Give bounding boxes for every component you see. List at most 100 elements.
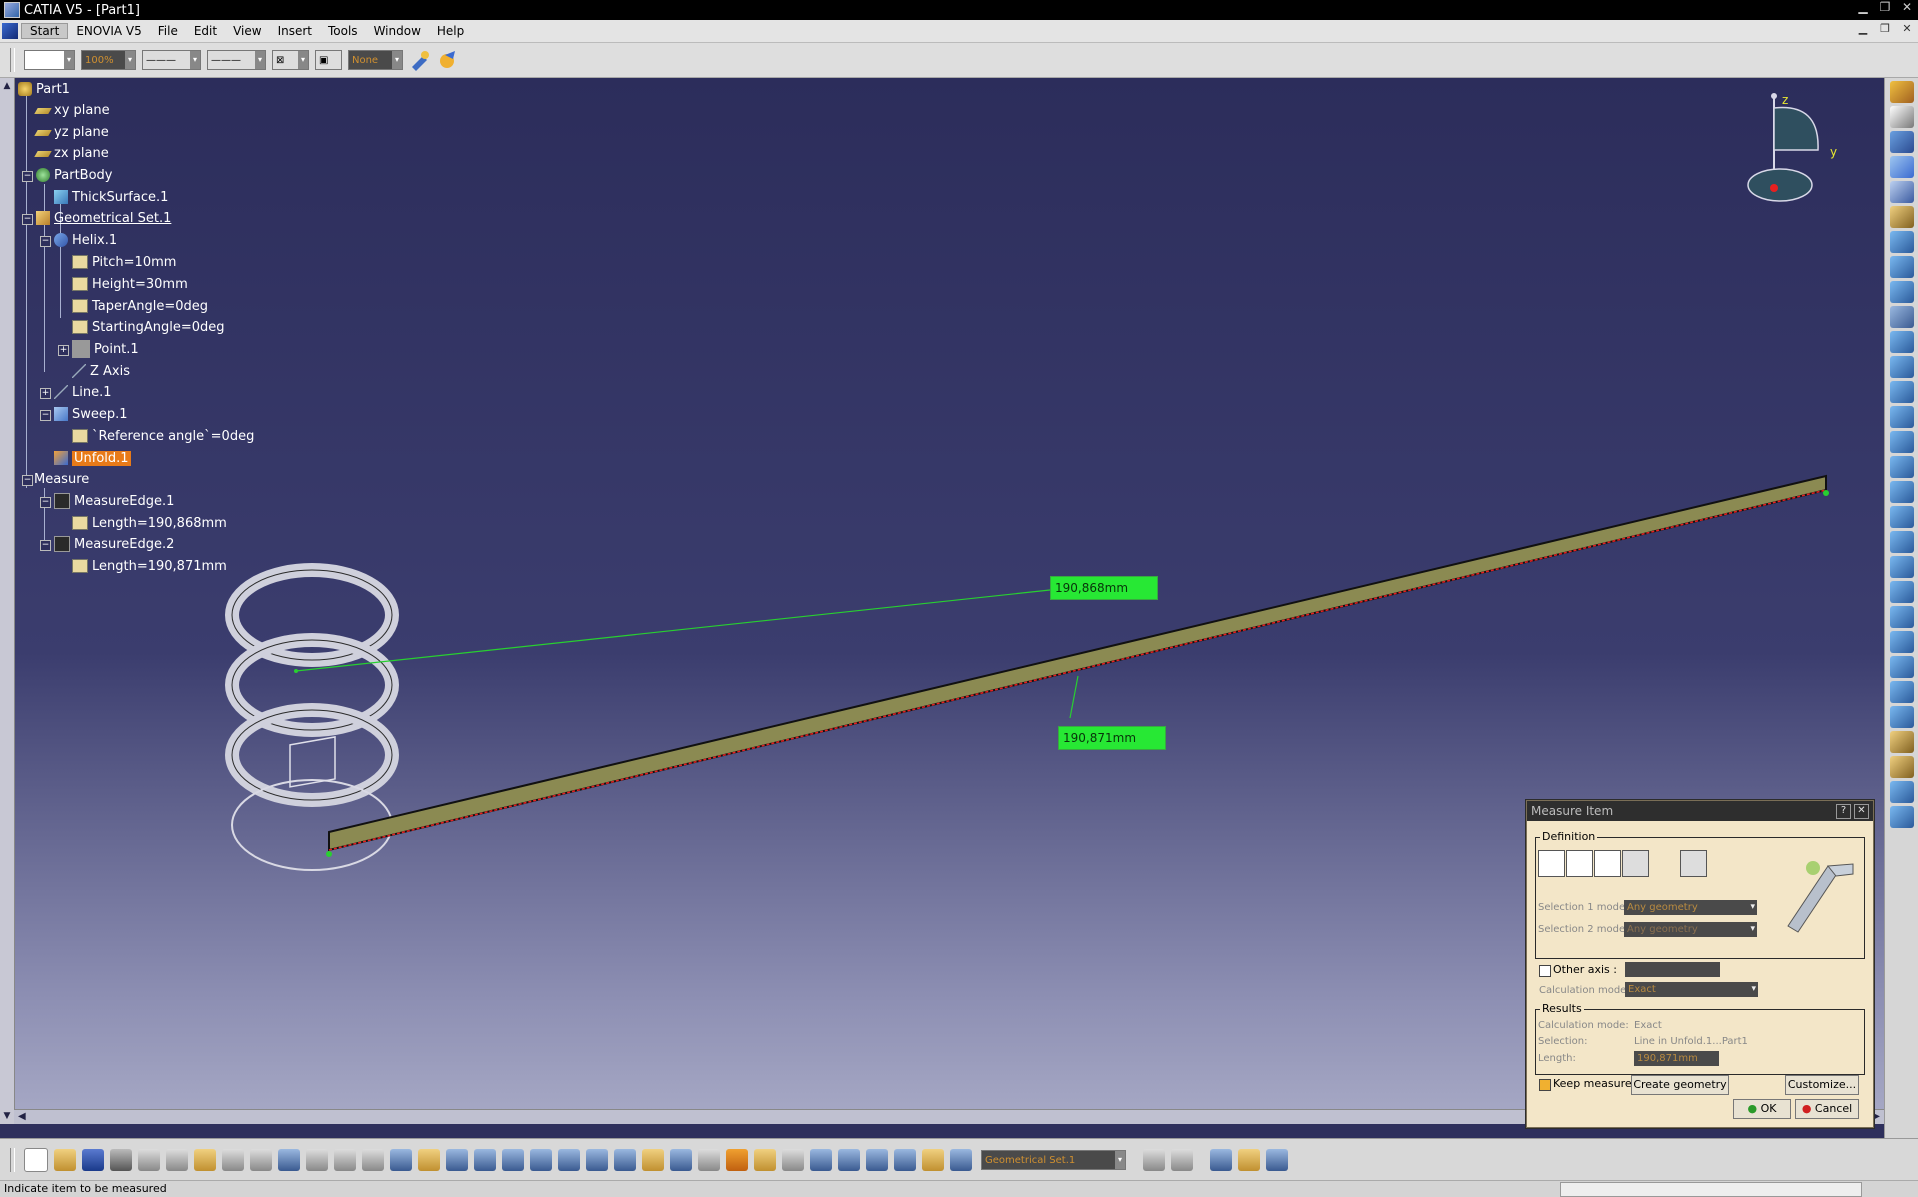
iso-view-icon[interactable] <box>586 1149 608 1171</box>
sketcher-icon[interactable] <box>1890 131 1914 153</box>
tools-palette-icon[interactable] <box>1238 1149 1260 1171</box>
spell-check-icon[interactable] <box>1210 1149 1232 1171</box>
help-icon[interactable]: ? <box>1836 804 1851 819</box>
tree-node-part1[interactable]: Part1 <box>18 80 70 98</box>
menu-file[interactable]: File <box>150 24 186 38</box>
measure-between-mode-icon[interactable] <box>1566 850 1593 877</box>
whats-this-icon[interactable] <box>278 1149 300 1171</box>
spline-icon[interactable] <box>1890 331 1914 353</box>
measure-chain-mode-icon[interactable] <box>1594 850 1621 877</box>
copy-icon[interactable] <box>166 1149 188 1171</box>
formula-icon[interactable] <box>306 1149 328 1171</box>
restore-icon[interactable]: ❐ <box>1878 0 1892 14</box>
minimize-icon[interactable]: ▁ <box>1856 0 1870 14</box>
color-combo[interactable]: ▾ <box>24 50 75 70</box>
tree-node-starting-angle[interactable]: StartingAngle=0deg <box>72 318 225 336</box>
grid-snap-icon[interactable] <box>838 1149 860 1171</box>
tree-node-zx-plane[interactable]: zx plane <box>34 144 109 162</box>
cancel-button[interactable]: ● Cancel <box>1795 1099 1859 1119</box>
tree-node-measure[interactable]: Measure <box>34 470 89 488</box>
tree-node-z-axis[interactable]: Z Axis <box>72 362 130 380</box>
start-menu-icon[interactable] <box>2 23 18 39</box>
measure-item-icon[interactable] <box>726 1149 748 1171</box>
collapse-gset-icon[interactable]: − <box>22 214 33 225</box>
menu-start[interactable]: Start <box>21 23 69 39</box>
doc-close-icon[interactable]: ✕ <box>1900 22 1914 35</box>
collapse-measureedge1-icon[interactable]: − <box>40 497 51 508</box>
unfold-tool-icon[interactable] <box>1890 681 1914 703</box>
tree-node-measureedge2[interactable]: MeasureEdge.2 <box>54 535 174 553</box>
line-tool-icon[interactable] <box>1890 181 1914 203</box>
fit-all-icon[interactable] <box>418 1149 440 1171</box>
rotate-icon[interactable] <box>1890 581 1914 603</box>
tree-node-point[interactable]: Point.1 <box>72 340 139 358</box>
tree-node-xy-plane[interactable]: xy plane <box>34 101 110 119</box>
axis-system-icon[interactable] <box>1890 781 1914 803</box>
tree-node-geometrical-set[interactable]: Geometrical Set.1 <box>36 209 171 227</box>
split-icon[interactable] <box>1890 481 1914 503</box>
measure-item-mode-icon[interactable] <box>1538 850 1565 877</box>
tree-node-partbody[interactable]: PartBody <box>36 166 112 184</box>
law-icon[interactable] <box>1890 706 1914 728</box>
develop-icon[interactable] <box>1890 656 1914 678</box>
current-set-combo[interactable]: Geometrical Set.1 ▾ <box>981 1150 1126 1170</box>
unfold-strip-geometry[interactable] <box>328 474 1827 852</box>
measure-between-icon[interactable] <box>698 1149 720 1171</box>
cut-icon[interactable] <box>138 1149 160 1171</box>
table-icon[interactable] <box>362 1149 384 1171</box>
extrude-icon[interactable] <box>1890 231 1914 253</box>
print-icon[interactable] <box>110 1149 132 1171</box>
undo-icon[interactable] <box>222 1149 244 1171</box>
collapse-measure-icon[interactable]: − <box>22 475 33 486</box>
hide-show-icon[interactable] <box>642 1149 664 1171</box>
select-arrow-icon[interactable] <box>1890 106 1914 128</box>
tree-node-pitch[interactable]: Pitch=10mm <box>72 253 176 271</box>
offset-icon[interactable] <box>1890 406 1914 428</box>
parameter-tool-icon[interactable] <box>1171 1149 1193 1171</box>
tree-node-yz-plane[interactable]: yz plane <box>34 123 109 141</box>
measure-inertia-icon[interactable] <box>1680 850 1707 877</box>
tree-node-reference-angle[interactable]: `Reference angle`=0deg <box>72 427 254 445</box>
menu-tools[interactable]: Tools <box>320 24 366 38</box>
symmetry-icon[interactable] <box>1890 606 1914 628</box>
work-plane-icon[interactable] <box>866 1149 888 1171</box>
pattern-icon[interactable] <box>1890 631 1914 653</box>
command-input-field[interactable] <box>1560 1182 1862 1197</box>
knowledge-icon[interactable] <box>334 1149 356 1171</box>
compass-icon[interactable]: z y <box>1730 78 1850 222</box>
menu-help[interactable]: Help <box>429 24 472 38</box>
ok-button[interactable]: ● OK <box>1733 1099 1791 1119</box>
layer-combo[interactable]: None ▾ <box>348 50 403 70</box>
new-file-icon[interactable] <box>24 1148 48 1172</box>
collapse-helix-icon[interactable]: − <box>40 236 51 247</box>
analysis-tool-icon[interactable] <box>1266 1149 1288 1171</box>
fill-icon[interactable] <box>1890 381 1914 403</box>
normal-view-icon[interactable] <box>558 1149 580 1171</box>
point-tool-icon[interactable] <box>1890 156 1914 178</box>
render-style-combo[interactable]: ▣ <box>315 50 342 70</box>
workbench-icon[interactable] <box>1890 81 1914 103</box>
expand-line-icon[interactable]: + <box>40 388 51 399</box>
blend-icon[interactable] <box>1890 431 1914 453</box>
menu-enovia[interactable]: ENOVIA V5 <box>68 24 149 38</box>
transparency-combo[interactable]: 100% ▾ <box>81 50 136 70</box>
keep-measure-checkbox[interactable] <box>1539 1079 1551 1091</box>
tree-node-unfold[interactable]: Unfold.1 <box>54 449 131 467</box>
insert-gset-icon[interactable] <box>922 1149 944 1171</box>
close-icon[interactable]: ✕ <box>1900 0 1914 14</box>
measure-tool-icon[interactable] <box>1890 731 1914 753</box>
point-type-combo[interactable]: ⊠ ▾ <box>272 50 309 70</box>
insert-body-icon[interactable] <box>894 1149 916 1171</box>
swap-visible-icon[interactable] <box>670 1149 692 1171</box>
translate-icon[interactable] <box>1890 556 1914 578</box>
plane-tool-icon[interactable] <box>1890 206 1914 228</box>
grid-icon[interactable] <box>1890 806 1914 828</box>
collapse-measureedge2-icon[interactable]: − <box>40 540 51 551</box>
catalog-icon[interactable] <box>1143 1149 1165 1171</box>
measure-label-2[interactable]: 190,871mm <box>1058 726 1166 750</box>
doc-minimize-icon[interactable]: ▁ <box>1856 22 1870 35</box>
graphic-properties-icon[interactable] <box>435 47 461 73</box>
painter-icon[interactable] <box>407 47 433 73</box>
tree-node-length1[interactable]: Length=190,868mm <box>72 514 227 532</box>
shading-icon[interactable] <box>614 1149 636 1171</box>
